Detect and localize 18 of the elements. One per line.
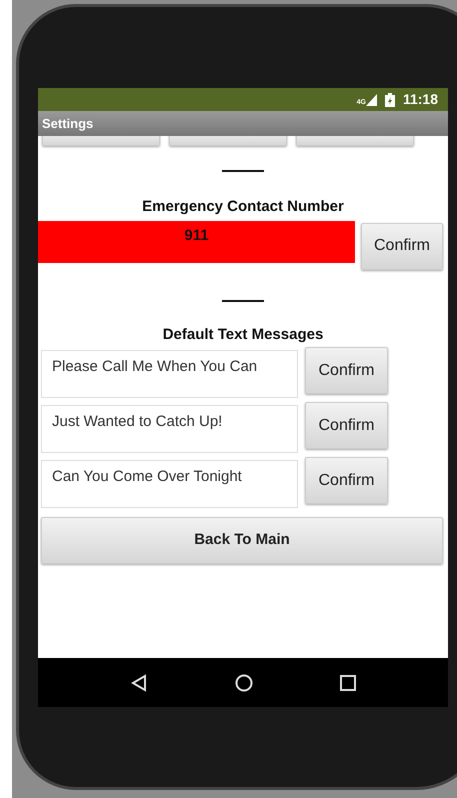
section-heading: Default Text Messages: [162, 324, 324, 344]
back-to-main-button[interactable]: Back To Main: [41, 517, 443, 564]
confirm-button[interactable]: Confirm: [305, 457, 388, 504]
confirm-button[interactable]: Confirm: [305, 347, 388, 394]
status-time: 11:18: [402, 90, 438, 109]
message-field[interactable]: Just Wanted to Catch Up!: [41, 405, 298, 453]
confirm-button[interactable]: Confirm: [361, 222, 443, 270]
home-icon[interactable]: [234, 674, 253, 692]
message-field[interactable]: Can You Come Over Tonight: [41, 460, 298, 508]
back-icon[interactable]: [130, 674, 148, 692]
message-field[interactable]: Please Call Me When You Can: [41, 350, 298, 398]
phone-number-field[interactable]: 911: [38, 220, 355, 262]
recents-icon[interactable]: [340, 674, 356, 690]
screen-title: Settings: [42, 114, 94, 133]
confirm-button[interactable]: Confirm: [305, 402, 388, 449]
signal-icon: [366, 94, 377, 106]
battery-icon: [384, 92, 395, 106]
section-heading: Emergency Contact Number: [141, 197, 345, 217]
